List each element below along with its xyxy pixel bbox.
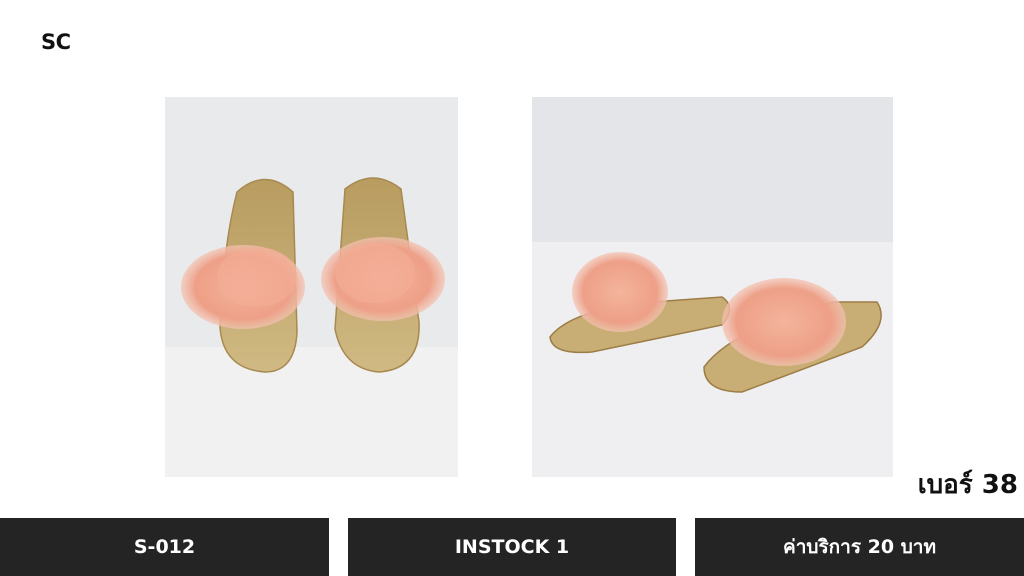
service-fee-bar: ค่าบริการ 20 บาท [695, 518, 1024, 576]
stock-status-bar: INSTOCK 1 [348, 518, 676, 576]
sandals-top-view-image [165, 97, 458, 477]
product-code-bar: S-012 [0, 518, 329, 576]
brand-logo-text: SC [41, 30, 71, 54]
size-label: เบอร์ 38 [917, 470, 1018, 500]
product-photo-side-view [532, 97, 893, 477]
sandals-side-view-image [532, 97, 893, 477]
product-photo-top-view [165, 97, 458, 477]
